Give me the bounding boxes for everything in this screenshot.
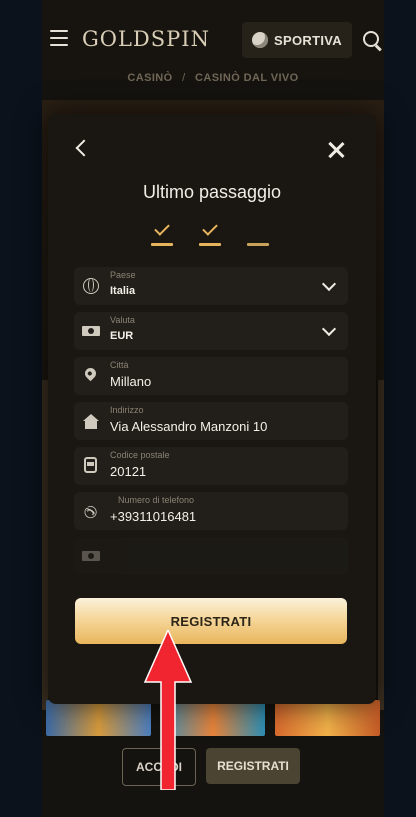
breadcrumb-item-casino[interactable]: CASINÒ <box>127 72 172 84</box>
postal-code-value[interactable]: 20121 <box>110 464 146 479</box>
sportiva-button[interactable]: SPORTIVA <box>242 22 352 58</box>
top-bar: GOLDSPIN SPORTIVA <box>42 0 384 80</box>
annotation-arrow-icon <box>143 630 193 790</box>
step-1-done <box>151 220 173 246</box>
registration-form: Paese Italia Valuta EUR Città Millano In… <box>74 267 348 582</box>
address-field[interactable]: Indirizzo Via Alessandro Manzoni 10 <box>74 402 348 440</box>
modal-title: Ultimo passaggio <box>142 182 282 202</box>
house-icon <box>83 414 99 429</box>
location-pin-icon <box>82 365 99 382</box>
register-button-footer[interactable]: REGISTRATI <box>206 748 300 784</box>
address-value[interactable]: Via Alessandro Manzoni 10 <box>110 419 267 434</box>
game-thumbnails <box>46 700 381 736</box>
phone-value[interactable]: +39311016481 <box>110 509 196 524</box>
bus-icon <box>84 457 97 473</box>
chevron-down-icon[interactable] <box>321 276 337 292</box>
goldspin-logo[interactable]: GOLDSPIN <box>82 27 210 51</box>
game-thumbnail[interactable] <box>275 700 381 736</box>
step-3-pending <box>247 222 269 246</box>
banknote-icon <box>82 326 100 336</box>
country-label: Paese <box>110 270 136 280</box>
address-label: Indirizzo <box>110 405 144 415</box>
phone-field[interactable]: ✆ Numero di telefono +39311016481 <box>74 492 348 530</box>
postal-code-label: Codice postale <box>110 450 170 460</box>
step-2-done <box>199 220 221 246</box>
close-icon[interactable] <box>328 142 344 158</box>
sportiva-label: SPORTIVA <box>274 32 342 48</box>
game-thumbnail[interactable] <box>46 700 151 736</box>
checkmark-icon <box>202 220 218 236</box>
currency-select[interactable]: Valuta EUR <box>74 312 348 350</box>
phone-icon: ✆ <box>79 503 99 520</box>
chevron-down-icon[interactable] <box>321 321 337 337</box>
currency-value: EUR <box>110 330 134 342</box>
globe-icon <box>83 278 99 294</box>
checkmark-icon <box>154 220 170 236</box>
currency-label: Valuta <box>110 315 135 325</box>
phone-label: Numero di telefono <box>118 495 195 505</box>
additional-field-faded[interactable] <box>74 537 348 575</box>
breadcrumb: CASINÒ / CASINÒ DAL VIVO <box>42 72 384 84</box>
hamburger-icon[interactable] <box>50 30 68 46</box>
city-field[interactable]: Città Millano <box>74 357 348 395</box>
register-button[interactable]: REGISTRATI <box>75 598 347 644</box>
city-label: Città <box>110 360 129 370</box>
city-value[interactable]: Millano <box>110 374 151 389</box>
step-indicator <box>151 220 271 246</box>
registration-modal: Ultimo passaggio Paese Italia Valuta EUR <box>48 114 376 704</box>
soccer-ball-icon <box>252 32 269 48</box>
bottom-auth-bar: ACCEDI REGISTRATI <box>42 748 384 788</box>
postal-code-field[interactable]: Codice postale 20121 <box>74 447 348 485</box>
country-value: Italia <box>110 285 136 297</box>
id-card-icon <box>82 551 100 561</box>
game-strip-right <box>378 380 384 710</box>
country-select[interactable]: Paese Italia <box>74 267 348 305</box>
search-icon[interactable] <box>363 31 379 47</box>
breadcrumb-separator: / <box>182 72 186 84</box>
breadcrumb-item-live-casino[interactable]: CASINÒ DAL VIVO <box>195 72 299 84</box>
back-chevron-icon[interactable] <box>75 139 93 157</box>
